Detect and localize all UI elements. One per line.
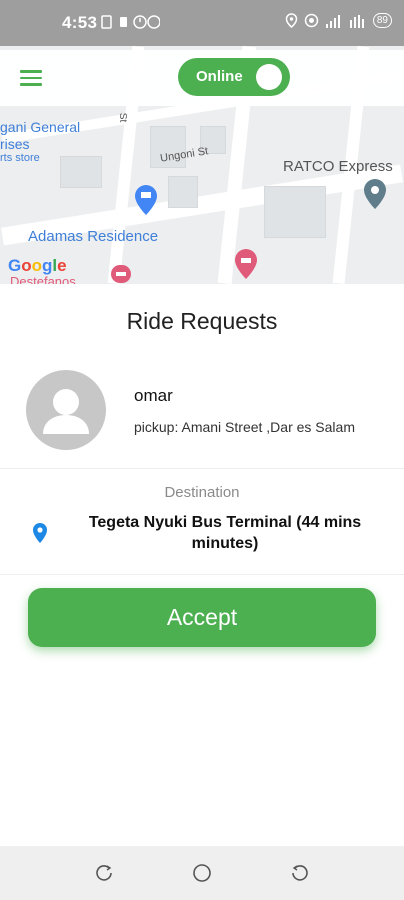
accept-button[interactable]: Accept [28,588,376,647]
system-nav-bar [0,846,404,900]
divider [0,574,404,575]
location-pin-icon [33,523,47,543]
status-bar: 4:53 89 [0,0,404,46]
signal-icon [325,14,340,28]
place-pin-icon[interactable] [363,178,387,210]
divider [0,468,404,469]
map-label-place1-line2: rises [0,136,30,152]
page-title: Ride Requests [126,308,278,334]
hotspot-icon [304,13,319,28]
user-icon [43,389,89,434]
hotel-marker-icon[interactable] [110,264,132,284]
pickup-address: pickup: Amani Street ,Dar es Salam [134,419,355,435]
status-left-icons [100,14,161,33]
status-time: 4:53 [62,13,98,32]
google-logo: Google [8,256,67,275]
hotel-pin-icon[interactable] [234,248,258,280]
avatar [26,370,106,450]
home-icon[interactable] [192,863,212,883]
ride-request-sheet: Ride Requests omar pickup: Amani Street … [0,284,404,846]
battery-icon: 89 [372,13,392,28]
app-bar: Online [0,50,404,106]
shopping-pin-icon[interactable] [134,184,158,216]
hamburger-icon[interactable] [20,70,42,86]
status-right-icons: 89 [285,13,392,28]
network-icon [349,14,364,28]
map-label-place1: gani General [0,119,81,135]
destination-line2: minutes) [191,535,259,552]
map-label-street2: St [117,112,129,123]
location-icon [285,13,298,28]
notification-icons [101,15,161,29]
rider-name: omar [134,386,173,405]
toggle-knob [256,64,282,90]
online-toggle[interactable]: Online [178,58,290,96]
online-toggle-label: Online [196,68,243,85]
map-label-place1-line3: rts store [0,152,40,164]
destination-text: Tegeta Nyuki Bus Terminal (44 mins minut… [64,512,386,554]
recents-icon[interactable] [94,863,114,883]
destination-label: Destination [164,484,240,501]
map-label-place2: RATCO Express [283,158,393,175]
map-label-place3: Adamas Residence [28,228,159,245]
destination-line1: Tegeta Nyuki Bus Terminal (44 mins [88,514,362,531]
back-icon[interactable] [290,863,310,883]
